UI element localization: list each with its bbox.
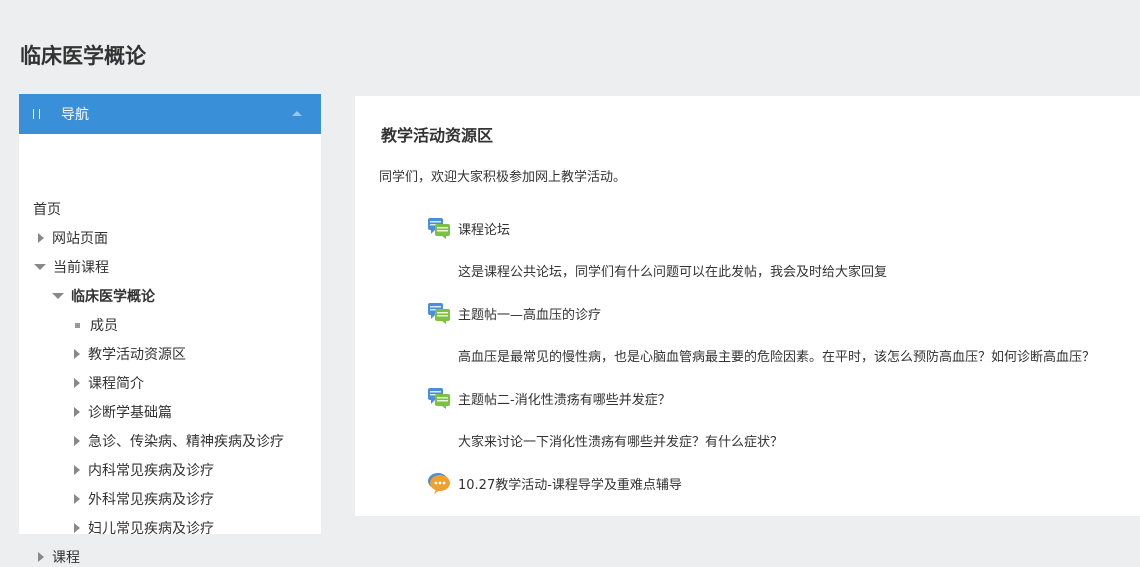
nav-item-label: 教学活动资源区 xyxy=(88,347,186,363)
nav-item-label: 课程简介 xyxy=(88,376,144,392)
nav-item-course-clinical-medicine[interactable]: 临床医学概论 xyxy=(52,286,155,306)
activity-title: 10.27教学活动-课程导学及重难点辅导 xyxy=(458,477,682,493)
nav-item-label: 课程 xyxy=(52,550,80,566)
forum-icon xyxy=(427,216,451,240)
nav-item-label: 内科常见疾病及诊疗 xyxy=(88,463,214,479)
nav-item-site-pages[interactable]: 网站页面 xyxy=(38,228,108,248)
chat-icon xyxy=(427,471,451,495)
expand-icon xyxy=(38,233,44,243)
expand-icon xyxy=(74,494,80,504)
nav-item-surgery[interactable]: 外科常见疾病及诊疗 xyxy=(74,489,214,509)
bullet-icon xyxy=(75,322,80,328)
activity-title: 课程论坛 xyxy=(458,222,511,238)
nav-item-obstetrics-pediatrics[interactable]: 妇儿常见疾病及诊疗 xyxy=(74,518,214,538)
activity-link[interactable]: 课程论坛 xyxy=(427,216,510,240)
nav-item-course-intro[interactable]: 课程简介 xyxy=(74,373,144,393)
activity-description: 这是课程公共论坛，同学们有什么问题可以在此发帖，我会及时给大家回复 xyxy=(458,265,888,280)
collapse-icon[interactable] xyxy=(292,111,302,116)
nav-item-label: 当前课程 xyxy=(53,260,109,276)
expand-icon xyxy=(74,378,80,388)
nav-item-courses[interactable]: 课程 xyxy=(38,547,80,567)
activity-link[interactable]: 10.27教学活动-课程导学及重难点辅导 xyxy=(427,471,682,495)
collapse-icon xyxy=(52,293,64,299)
nav-item-home[interactable]: 首页 xyxy=(33,199,61,219)
collapse-icon xyxy=(34,264,46,270)
expand-icon xyxy=(38,552,44,562)
activity-title: 主题帖二-消化性溃疡有哪些并发症？ xyxy=(458,392,671,408)
nav-item-diagnostics-basics[interactable]: 诊断学基础篇 xyxy=(74,402,172,422)
expand-icon xyxy=(74,465,80,475)
navigation-title: 导航 xyxy=(61,107,89,123)
nav-item-participants[interactable]: 成员 xyxy=(74,315,118,335)
nav-item-internal-medicine[interactable]: 内科常见疾病及诊疗 xyxy=(74,460,214,480)
drag-handle-icon[interactable] xyxy=(33,109,45,119)
nav-item-emergency-infectious-psychiatric[interactable]: 急诊、传染病、精神疾病及诊疗 xyxy=(74,431,284,451)
expand-icon xyxy=(74,523,80,533)
forum-icon xyxy=(427,386,451,410)
section-summary: 同学们，欢迎大家积极参加网上教学活动。 xyxy=(379,170,627,185)
section-heading: 教学活动资源区 xyxy=(381,126,494,145)
navigation-block: 导航 首页网站页面当前课程临床医学概论成员教学活动资源区 课程简介诊断学基础篇急诊… xyxy=(19,94,321,566)
nav-item-label: 首页 xyxy=(33,202,61,218)
activity-description: 大家来讨论一下消化性溃疡有哪些并发症？有什么症状？ xyxy=(458,435,784,450)
main-content: 教学活动资源区 同学们，欢迎大家积极参加网上教学活动。 课程论坛这是课程公共论坛… xyxy=(355,96,1140,516)
nav-item-label: 临床医学概论 xyxy=(71,289,155,305)
activity-link[interactable]: 主题帖一—高血压的诊疗 xyxy=(427,301,601,325)
activity-item: 主题帖二-消化性溃疡有哪些并发症？ 大家来讨论一下消化性溃疡有哪些并发症？有什么症… xyxy=(427,386,783,450)
navigation-header[interactable]: 导航 xyxy=(19,94,321,134)
nav-item-label: 诊断学基础篇 xyxy=(88,405,172,421)
activity-link[interactable]: 主题帖二-消化性溃疡有哪些并发症？ xyxy=(427,386,671,410)
nav-item-current-courses[interactable]: 当前课程 xyxy=(34,257,109,277)
activity-item: 10.27教学活动-课程导学及重难点辅导 xyxy=(427,471,682,495)
activity-description: 高血压是最常见的慢性病，也是心脑血管病最主要的危险因素。在平时，该怎么预防高血压… xyxy=(458,350,1096,365)
expand-icon xyxy=(74,407,80,417)
nav-item-label: 网站页面 xyxy=(52,231,108,247)
expand-icon xyxy=(74,349,80,359)
nav-item-label: 外科常见疾病及诊疗 xyxy=(88,492,214,508)
course-title: 临床医学概论 xyxy=(20,44,146,68)
activity-item: 课程论坛这是课程公共论坛，同学们有什么问题可以在此发帖，我会及时给大家回复 xyxy=(427,216,887,280)
nav-item-label: 成员 xyxy=(90,318,118,334)
nav-item-label: 急诊、传染病、精神疾病及诊疗 xyxy=(88,434,284,450)
expand-icon xyxy=(74,436,80,446)
activity-title: 主题帖一—高血压的诊疗 xyxy=(458,307,602,323)
nav-item-activity-resources[interactable]: 教学活动资源区 xyxy=(74,344,186,364)
nav-item-label: 妇儿常见疾病及诊疗 xyxy=(88,521,214,537)
forum-icon xyxy=(427,301,451,325)
activity-item: 主题帖一—高血压的诊疗高血压是最常见的慢性病，也是心脑血管病最主要的危险因素。在… xyxy=(427,301,1095,365)
